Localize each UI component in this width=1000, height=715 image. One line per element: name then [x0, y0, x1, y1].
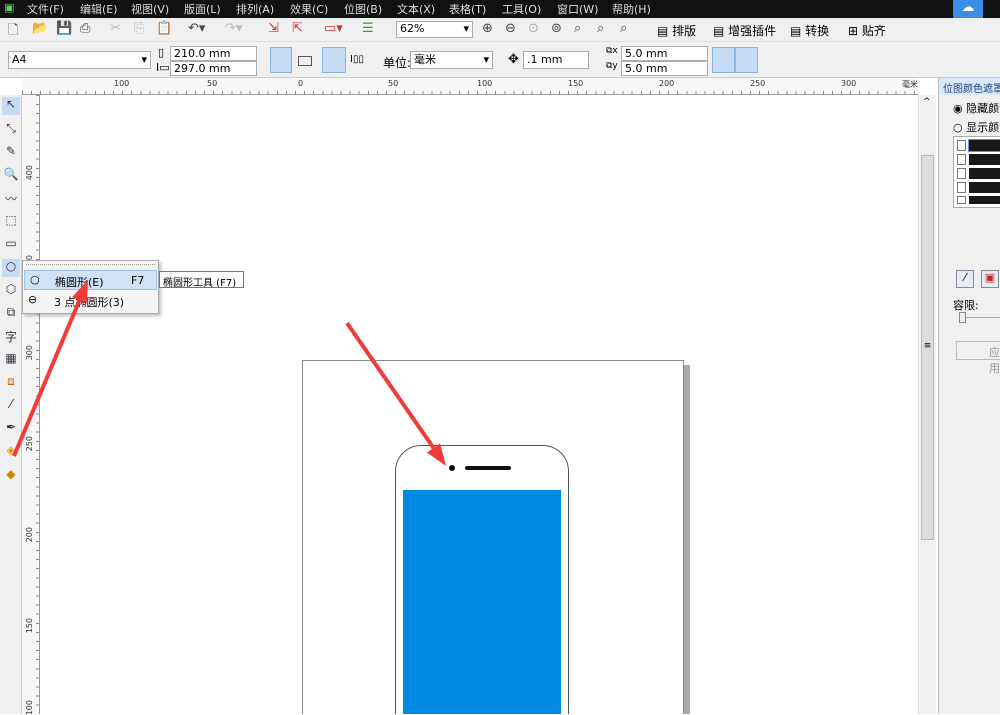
red-arrow [12, 299, 82, 457]
red-arrow [345, 321, 436, 450]
annotation-arrows [12, 280, 446, 466]
red-arrow-head [72, 280, 88, 304]
red-arrow-head [426, 443, 446, 466]
